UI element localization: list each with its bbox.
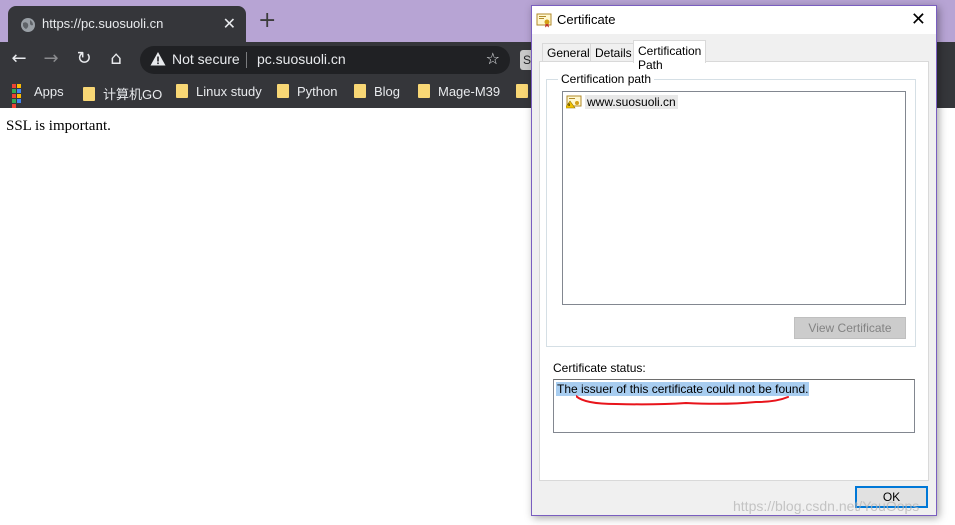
folder-icon bbox=[176, 84, 188, 98]
folder-icon bbox=[418, 84, 430, 98]
forward-button[interactable]: → bbox=[40, 48, 62, 70]
bookmark-folder[interactable]: Linux study bbox=[176, 84, 262, 102]
back-button[interactable]: ← bbox=[8, 48, 30, 70]
bookmark-label: Python bbox=[297, 84, 338, 99]
dialog-close-button[interactable]: ✕ bbox=[911, 9, 926, 30]
tree-item[interactable]: www.suosuoli.cn bbox=[566, 95, 678, 111]
apps-grid-icon bbox=[12, 84, 26, 108]
red-annotation-underline bbox=[576, 395, 789, 406]
folder-icon bbox=[277, 84, 289, 98]
certificate-status-label: Certificate status: bbox=[553, 361, 646, 375]
browser-tab[interactable]: https://pc.suosuoli.cn ✕ bbox=[8, 6, 246, 42]
home-button[interactable]: ⌂ bbox=[105, 48, 127, 70]
tree-item-label: www.suosuoli.cn bbox=[585, 95, 678, 109]
background-window-edge bbox=[936, 42, 955, 525]
dialog-titlebar[interactable]: Certificate ✕ bbox=[532, 6, 936, 34]
certificate-icon bbox=[536, 13, 552, 28]
folder-icon bbox=[516, 84, 528, 98]
folder-icon bbox=[354, 84, 366, 98]
page-body-text: SSL is important. bbox=[6, 118, 111, 134]
certificate-dialog: Certificate ✕ General Details Certificat… bbox=[531, 5, 937, 516]
url-text[interactable]: pc.suosuoli.cn bbox=[257, 51, 346, 67]
bookmark-star-icon[interactable]: ☆ bbox=[486, 49, 500, 68]
tab-general[interactable]: General bbox=[542, 43, 595, 62]
certificate-warning-icon bbox=[566, 95, 582, 109]
globe-icon bbox=[21, 18, 35, 32]
bookmark-label: Apps bbox=[34, 84, 64, 99]
background-toolbar-edge bbox=[936, 76, 955, 108]
tab-certification-path[interactable]: Certification Path bbox=[633, 40, 707, 72]
certificate-status-box[interactable]: The issuer of this certificate could not… bbox=[553, 379, 915, 433]
close-tab-icon[interactable]: ✕ bbox=[223, 14, 236, 34]
reload-button[interactable]: ↻ bbox=[73, 48, 95, 70]
security-label[interactable]: Not secure bbox=[172, 51, 240, 67]
bookmark-folder[interactable]: 计算机GO bbox=[83, 84, 162, 102]
bookmark-label: Linux study bbox=[196, 84, 262, 99]
bookmark-folder[interactable]: Python bbox=[277, 84, 337, 102]
bookmark-label: Mage-M39 bbox=[438, 84, 501, 99]
bookmark-label: 计算机GO bbox=[103, 87, 163, 102]
watermark-text: https://blog.csdn.net/YouOops bbox=[733, 498, 920, 514]
bookmark-folder[interactable]: Mage-M39 bbox=[418, 84, 500, 102]
tab-details[interactable]: Details bbox=[590, 43, 637, 62]
bookmark-folder[interactable]: Blog bbox=[354, 84, 400, 102]
certification-path-label: Certification path bbox=[558, 72, 655, 86]
omnibox-separator bbox=[246, 52, 247, 68]
tab-title: https://pc.suosuoli.cn bbox=[42, 16, 164, 31]
dialog-title: Certificate bbox=[557, 12, 616, 27]
certification-path-tree[interactable]: www.suosuoli.cn bbox=[562, 91, 906, 305]
view-certificate-button[interactable]: View Certificate bbox=[794, 317, 906, 339]
address-bar[interactable]: Not secure pc.suosuoli.cn ☆ bbox=[140, 46, 510, 74]
new-tab-button[interactable]: + bbox=[258, 10, 276, 32]
folder-icon bbox=[83, 87, 95, 101]
bookmark-label: Blog bbox=[374, 84, 401, 99]
warning-icon[interactable] bbox=[150, 51, 166, 67]
bookmark-apps[interactable]: Apps bbox=[12, 84, 64, 108]
